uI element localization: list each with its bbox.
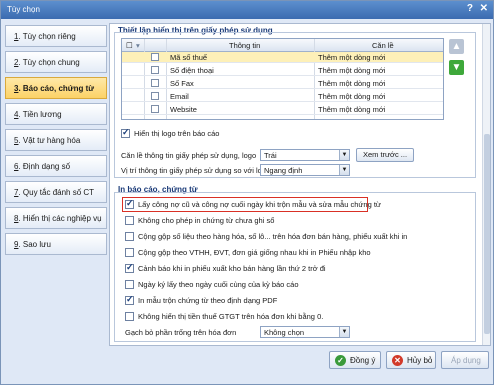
- option-label: In mẫu trộn chứng từ theo định dạng PDF: [138, 296, 278, 305]
- option-label: Không cho phép in chứng từ chưa ghi sổ: [138, 216, 275, 225]
- row-info: Website: [170, 105, 197, 114]
- align-logo-value: Trái: [264, 151, 277, 160]
- separator-select[interactable]: Không chọn ▼: [260, 326, 350, 338]
- sidebar-item-label: . Sao lưu: [18, 240, 51, 249]
- sidebar-item-label: . Quy tắc đánh số CT: [18, 188, 95, 197]
- option-label: Lấy công nợ cũ và công nợ cuối ngày khi …: [138, 200, 381, 209]
- sidebar-item-personal[interactable]: 1. Tùy chọn riêng: [5, 25, 107, 47]
- table-row[interactable]: Số Fax Thêm một dòng mới: [122, 78, 443, 89]
- table-row[interactable]: Email Thêm một dòng mới: [122, 91, 443, 102]
- scrollbar-thumb[interactable]: [484, 134, 490, 334]
- separator-value: Không chọn: [264, 328, 305, 337]
- sidebar-item-label: . Hiển thị các nghiệp vụ: [18, 214, 102, 223]
- vertical-scrollbar[interactable]: [482, 24, 490, 345]
- cancel-label: Hủy bỏ: [407, 356, 433, 365]
- logo-position-value: Ngang định: [264, 166, 303, 175]
- show-logo-label: Hiển thị logo trên báo cáo: [134, 129, 220, 138]
- option-checkbox[interactable]: [125, 198, 134, 209]
- chevron-down-icon: ▼: [339, 150, 349, 160]
- options-dialog: Tùy chọn ? ✕ 1. Tùy chọn riêng 2. Tùy ch…: [0, 0, 494, 385]
- cancel-icon: ✕: [392, 355, 403, 366]
- arrow-up-icon: ▲: [451, 41, 462, 52]
- ok-label: Đồng ý: [350, 356, 376, 365]
- row-info: Mã số thuế: [170, 53, 208, 62]
- table-row[interactable]: Số điện thoại Thêm một dòng mới: [122, 65, 443, 76]
- close-button[interactable]: ✕: [480, 3, 488, 14]
- logo-position-label: Vị trí thông tin giấy phép sử dụng so vớ…: [121, 166, 271, 175]
- row-info: Số Fax: [170, 79, 194, 88]
- option-checkbox[interactable]: [125, 262, 134, 273]
- row-align[interactable]: Thêm một dòng mới: [318, 105, 385, 114]
- sidebar-item-reports[interactable]: 3. Báo cáo, chứng từ: [5, 77, 107, 99]
- show-logo-checkbox[interactable]: [121, 127, 130, 138]
- row-checkbox[interactable]: [151, 66, 159, 74]
- sidebar-item-backup[interactable]: 9. Sao lưu: [5, 233, 107, 255]
- option-label: Cộng gộp theo VTHH, ĐVT, đơn giá giống n…: [138, 248, 371, 257]
- row-align[interactable]: Thêm một dòng mới: [318, 53, 385, 62]
- row-align[interactable]: Thêm một dòng mới: [318, 92, 385, 101]
- license-info-grid: ☐ ▾ Thông tin Căn lề Mã số thuế Thêm một…: [121, 38, 444, 120]
- sidebar-item-label: . Tùy chọn chung: [18, 58, 80, 67]
- row-info: Số điện thoại: [170, 66, 214, 75]
- preview-button[interactable]: Xem trước ...: [356, 148, 414, 162]
- help-button[interactable]: ?: [467, 3, 473, 14]
- grid-header: ☐ ▾ Thông tin Căn lề: [122, 39, 443, 52]
- cancel-button[interactable]: ✕ Hủy bỏ: [386, 351, 436, 369]
- option-label: Cảnh báo khi in phiếu xuất kho bán hàng …: [138, 264, 326, 273]
- sidebar-item-number-format[interactable]: 6. Định dạng số: [5, 155, 107, 177]
- window-title: Tùy chọn: [7, 5, 40, 14]
- filter-icon[interactable]: ▾: [136, 41, 140, 50]
- chevron-down-icon: ▼: [339, 327, 349, 337]
- option-checkbox[interactable]: [125, 216, 134, 225]
- table-row[interactable]: Mã số thuế Thêm một dòng mới: [122, 52, 443, 63]
- title-bar: Tùy chọn ? ✕: [1, 1, 493, 19]
- row-checkbox[interactable]: [151, 92, 159, 100]
- option-label: Cộng gộp số liệu theo hàng hóa, số lô...…: [138, 232, 408, 241]
- align-logo-label: Căn lề thông tin giấy phép sử dụng, logo: [121, 151, 257, 160]
- move-down-button[interactable]: ▼: [449, 60, 464, 75]
- ok-button[interactable]: ✓ Đồng ý: [329, 351, 381, 369]
- option-checkbox[interactable]: [125, 312, 134, 321]
- option-checkbox[interactable]: [125, 280, 134, 289]
- row-align[interactable]: Thêm một dòng mới: [318, 66, 385, 75]
- option-checkbox[interactable]: [125, 232, 134, 241]
- sidebar: 1. Tùy chọn riêng 2. Tùy chọn chung 3. B…: [5, 23, 107, 346]
- sidebar-item-operations[interactable]: 8. Hiển thị các nghiệp vụ: [5, 207, 107, 229]
- sidebar-item-numbering-rules[interactable]: 7. Quy tắc đánh số CT: [5, 181, 107, 203]
- grid-header-align: Căn lề: [372, 41, 394, 50]
- check-icon: ✓: [335, 355, 346, 366]
- row-checkbox[interactable]: [151, 79, 159, 87]
- logo-position-select[interactable]: Ngang định ▼: [260, 164, 350, 176]
- separator-label: Gạch bỏ phần trống trên hóa đơn: [125, 328, 237, 337]
- sidebar-item-label: . Vật tư hàng hóa: [18, 136, 81, 145]
- sidebar-item-label: . Báo cáo, chứng từ: [18, 84, 95, 93]
- sidebar-item-inventory[interactable]: 5. Vật tư hàng hóa: [5, 129, 107, 151]
- grid-header-info: Thông tin: [229, 41, 261, 50]
- row-info: Email: [170, 92, 189, 101]
- move-up-button[interactable]: ▲: [449, 39, 464, 54]
- option-checkbox[interactable]: [125, 248, 134, 257]
- option-label: Ngày ký lấy theo ngày cuối cùng của kỳ b…: [138, 280, 299, 289]
- apply-label: Áp dụng: [451, 356, 481, 365]
- sidebar-item-general[interactable]: 2. Tùy chọn chung: [5, 51, 107, 73]
- settings-panel: Thiết lập hiển thị trên giấy phép sử dụn…: [109, 23, 491, 346]
- table-row[interactable]: Website Thêm một dòng mới: [122, 104, 443, 115]
- chevron-down-icon: ▼: [339, 165, 349, 175]
- arrow-down-icon: ▼: [451, 62, 462, 73]
- sidebar-item-label: . Định dạng số: [18, 162, 71, 171]
- apply-button[interactable]: Áp dụng: [441, 351, 489, 369]
- row-checkbox[interactable]: [151, 53, 159, 61]
- sidebar-item-label: . Tiền lương: [18, 110, 62, 119]
- row-checkbox[interactable]: [151, 105, 159, 113]
- sidebar-item-salary[interactable]: 4. Tiền lương: [5, 103, 107, 125]
- option-checkbox[interactable]: [125, 294, 134, 305]
- grid-header-checkbox-col: ☐: [126, 41, 133, 50]
- option-label: Không hiển thị tiền thuế GTGT trên hóa đ…: [138, 312, 324, 321]
- align-logo-select[interactable]: Trái ▼: [260, 149, 350, 161]
- row-align[interactable]: Thêm một dòng mới: [318, 79, 385, 88]
- sidebar-item-label: . Tùy chọn riêng: [18, 32, 76, 41]
